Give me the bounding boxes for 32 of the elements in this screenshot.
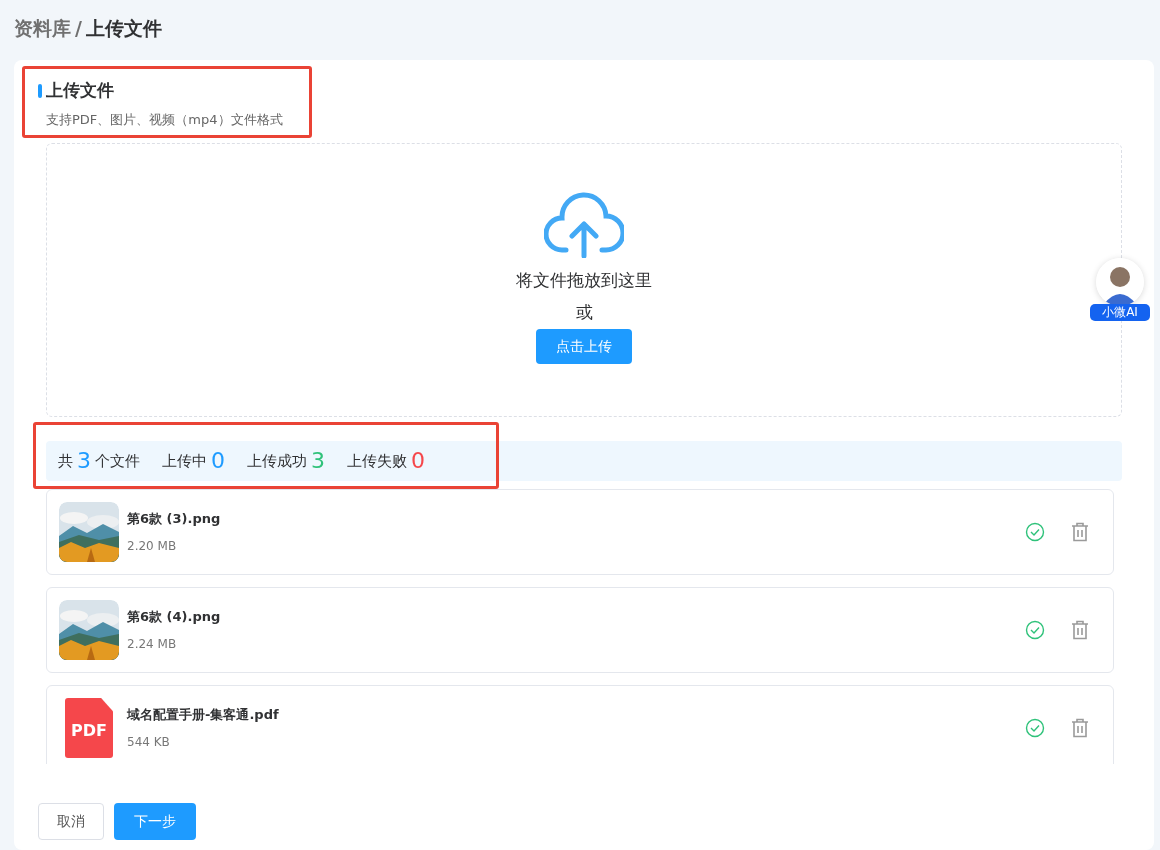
breadcrumb-separator: / bbox=[75, 17, 82, 39]
stat-count: 0 bbox=[211, 450, 225, 472]
stat-count: 0 bbox=[411, 450, 425, 472]
pdf-file-icon: PDF bbox=[65, 698, 113, 758]
file-size: 2.24 MB bbox=[127, 635, 178, 653]
section-title: 上传文件 bbox=[46, 79, 114, 102]
delete-icon[interactable] bbox=[1071, 718, 1089, 738]
stat-count: 3 bbox=[77, 450, 91, 472]
assistant-label[interactable]: 小微AI bbox=[1090, 304, 1150, 321]
stat-count: 3 bbox=[311, 450, 325, 472]
stat-label: 上传中 bbox=[162, 450, 207, 472]
stat-label: 个文件 bbox=[95, 450, 140, 472]
breadcrumb-current: 上传文件 bbox=[85, 17, 162, 39]
file-size: 2.20 MB bbox=[127, 537, 178, 555]
title-accent-bar bbox=[38, 83, 42, 98]
stat-label: 上传失败 bbox=[347, 450, 407, 472]
stat-label: 上传成功 bbox=[247, 450, 307, 472]
file-name: 域名配置手册-集客通.pdf bbox=[127, 706, 279, 725]
file-name: 第6款 (4).png bbox=[127, 608, 221, 627]
next-button[interactable]: 下一步 bbox=[114, 803, 196, 840]
delete-icon[interactable] bbox=[1071, 620, 1089, 640]
file-size: 544 KB bbox=[127, 733, 171, 751]
cloud-upload-icon bbox=[544, 192, 624, 258]
section-subtitle: 支持PDF、图片、视频（mp4）文件格式 bbox=[46, 110, 284, 129]
cancel-button[interactable]: 取消 bbox=[38, 803, 104, 840]
upload-button[interactable]: 点击上传 bbox=[536, 329, 632, 364]
dropzone-or-text: 或 bbox=[575, 300, 593, 324]
breadcrumb-link[interactable]: 资料库 bbox=[14, 17, 71, 39]
stat-label: 共 bbox=[58, 450, 73, 472]
delete-icon[interactable] bbox=[1071, 522, 1089, 542]
dropzone-hint: 将文件拖放到这里 bbox=[516, 269, 652, 292]
file-name: 第6款 (3).png bbox=[127, 510, 221, 529]
